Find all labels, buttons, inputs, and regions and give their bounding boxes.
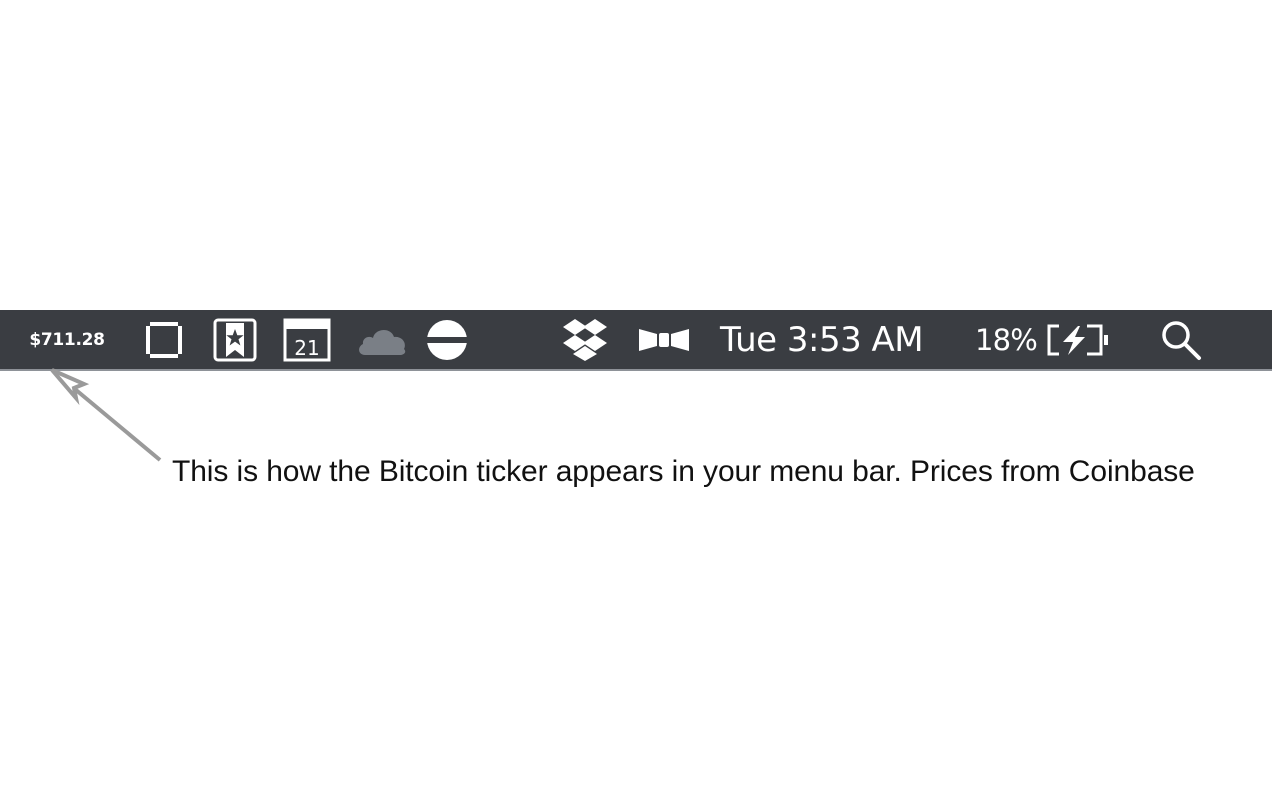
bowtie-icon[interactable]	[636, 310, 692, 369]
menu-bar-edge	[1272, 310, 1280, 371]
search-icon[interactable]	[1156, 310, 1206, 369]
bitcoin-ticker[interactable]: $711.28	[26, 310, 108, 369]
circle-line-icon[interactable]	[424, 310, 470, 369]
cloud-icon[interactable]	[354, 310, 410, 369]
dropbox-icon[interactable]	[560, 310, 610, 369]
battery-charging-icon[interactable]	[1044, 310, 1112, 369]
square-outline-icon[interactable]	[142, 310, 186, 369]
bookmark-star-icon[interactable]	[212, 310, 258, 369]
menu-bar-clock[interactable]: Tue 3:53 AM	[720, 310, 944, 369]
calendar-day-number: 21	[294, 336, 319, 360]
annotation-caption: This is how the Bitcoin ticker appears i…	[172, 455, 1195, 488]
battery-percent[interactable]: 18%	[975, 310, 1039, 369]
calendar-icon[interactable]: 21	[282, 310, 332, 369]
annotation-arrow	[50, 368, 162, 462]
menu-bar: $711.28 21 Tue 3:53 AM 18%	[0, 310, 1272, 371]
